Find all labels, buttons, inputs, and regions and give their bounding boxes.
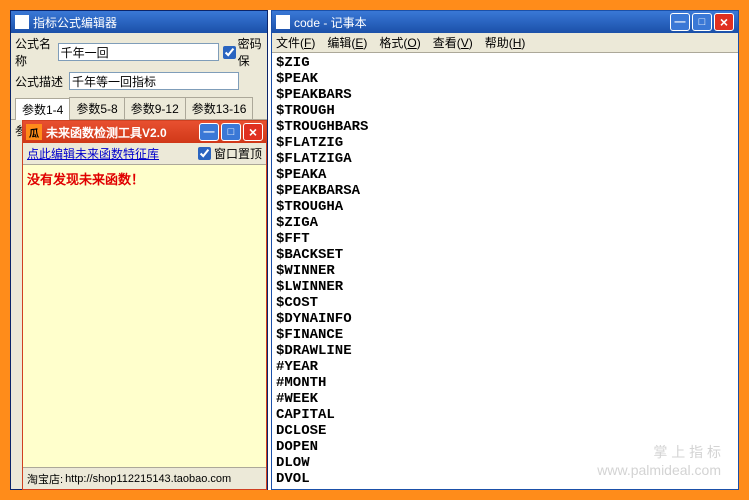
code-line: $DRAWLINE [276, 343, 734, 359]
minimize-button[interactable]: — [670, 13, 690, 31]
future-function-detector-window: 瓜 未来函数检测工具V2.0 — □ × 点此编辑未来函数特征库 窗口置顶 没有… [22, 120, 267, 490]
always-on-top-checkbox[interactable]: 窗口置顶 [198, 145, 262, 162]
formula-editor-titlebar[interactable]: 指标公式编辑器 [11, 11, 267, 33]
maximize-button[interactable]: □ [692, 13, 712, 31]
code-line: DLOW [276, 455, 734, 471]
tab-params-1-4[interactable]: 参数1-4 [15, 98, 70, 120]
code-line: $LWINNER [276, 279, 734, 295]
minimize-button[interactable]: — [199, 123, 219, 141]
detector-output: 没有发现未来函数！ [23, 165, 266, 467]
edit-signature-db-link[interactable]: 点此编辑未来函数特征库 [27, 145, 159, 162]
code-line: #WEEK [276, 391, 734, 407]
code-line: $FLATZIG [276, 135, 734, 151]
tab-params-9-12[interactable]: 参数9-12 [124, 97, 186, 119]
menu-e[interactable]: 编辑(E) [327, 34, 367, 51]
notepad-icon [276, 15, 290, 29]
code-line: $PEAKBARS [276, 87, 734, 103]
code-line: $TROUGHA [276, 199, 734, 215]
notepad-menubar: 文件(F) 编辑(E) 格式(O) 查看(V) 帮助(H) [272, 33, 738, 53]
notepad-titlebar[interactable]: code - 记事本 — □ × [272, 11, 738, 33]
code-line: $BACKSET [276, 247, 734, 263]
code-line: $WINNER [276, 263, 734, 279]
code-line: DVOL [276, 471, 734, 487]
formula-name-input[interactable] [58, 43, 219, 61]
shop-url[interactable]: http://shop112215143.taobao.com [65, 473, 231, 485]
code-line: $FLATZIGA [276, 151, 734, 167]
detector-message: 没有发现未来函数！ [27, 169, 262, 188]
code-line: $PEAK [276, 71, 734, 87]
menu-f[interactable]: 文件(F) [276, 34, 315, 51]
password-protect-checkbox[interactable]: 密码保 [223, 35, 263, 69]
tab-params-13-16[interactable]: 参数13-16 [185, 97, 254, 119]
detector-statusbar: 淘宝店: http://shop112215143.taobao.com [23, 467, 266, 489]
code-line: $TROUGHBARS [276, 119, 734, 135]
code-line: CAPITAL [276, 407, 734, 423]
app-icon [15, 15, 29, 29]
formula-desc-label: 公式描述 [15, 73, 69, 90]
param-tabs: 参数1-4 参数5-8 参数9-12 参数13-16 [11, 95, 267, 119]
code-line: $TROUGH [276, 103, 734, 119]
code-line: #MONTH [276, 375, 734, 391]
code-line: $PEAKBARSA [276, 183, 734, 199]
code-line: $DYNAINFO [276, 311, 734, 327]
code-line: $COST [276, 295, 734, 311]
menu-o[interactable]: 格式(O) [379, 34, 420, 51]
shop-label: 淘宝店: [27, 471, 63, 487]
window-title: 指标公式编辑器 [33, 14, 263, 31]
detector-titlebar[interactable]: 瓜 未来函数检测工具V2.0 — □ × [23, 121, 266, 143]
code-line: $ZIG [276, 55, 734, 71]
code-line: #YEAR [276, 359, 734, 375]
code-line: DOPEN [276, 439, 734, 455]
code-line: $FINANCE [276, 327, 734, 343]
code-line: $FFT [276, 231, 734, 247]
tab-params-5-8[interactable]: 参数5-8 [69, 97, 124, 119]
detector-app-icon: 瓜 [26, 124, 42, 140]
formula-desc-input[interactable] [69, 72, 239, 90]
notepad-text-area[interactable]: $ZIG$PEAK$PEAKBARS$TROUGH$TROUGHBARS$FLA… [272, 53, 738, 489]
code-line: DCLOSE [276, 423, 734, 439]
menu-v[interactable]: 查看(V) [433, 34, 473, 51]
notepad-title: code - 记事本 [294, 14, 668, 31]
code-line: $PEAKA [276, 167, 734, 183]
maximize-button[interactable]: □ [221, 123, 241, 141]
code-line: $ZIGA [276, 215, 734, 231]
detector-title: 未来函数检测工具V2.0 [46, 124, 197, 141]
formula-name-label: 公式名称 [15, 35, 58, 69]
close-button[interactable]: × [714, 13, 734, 31]
close-button[interactable]: × [243, 123, 263, 141]
notepad-window: code - 记事本 — □ × 文件(F) 编辑(E) 格式(O) 查看(V) 帮助(… [271, 10, 739, 490]
menu-h[interactable]: 帮助(H) [485, 34, 526, 51]
